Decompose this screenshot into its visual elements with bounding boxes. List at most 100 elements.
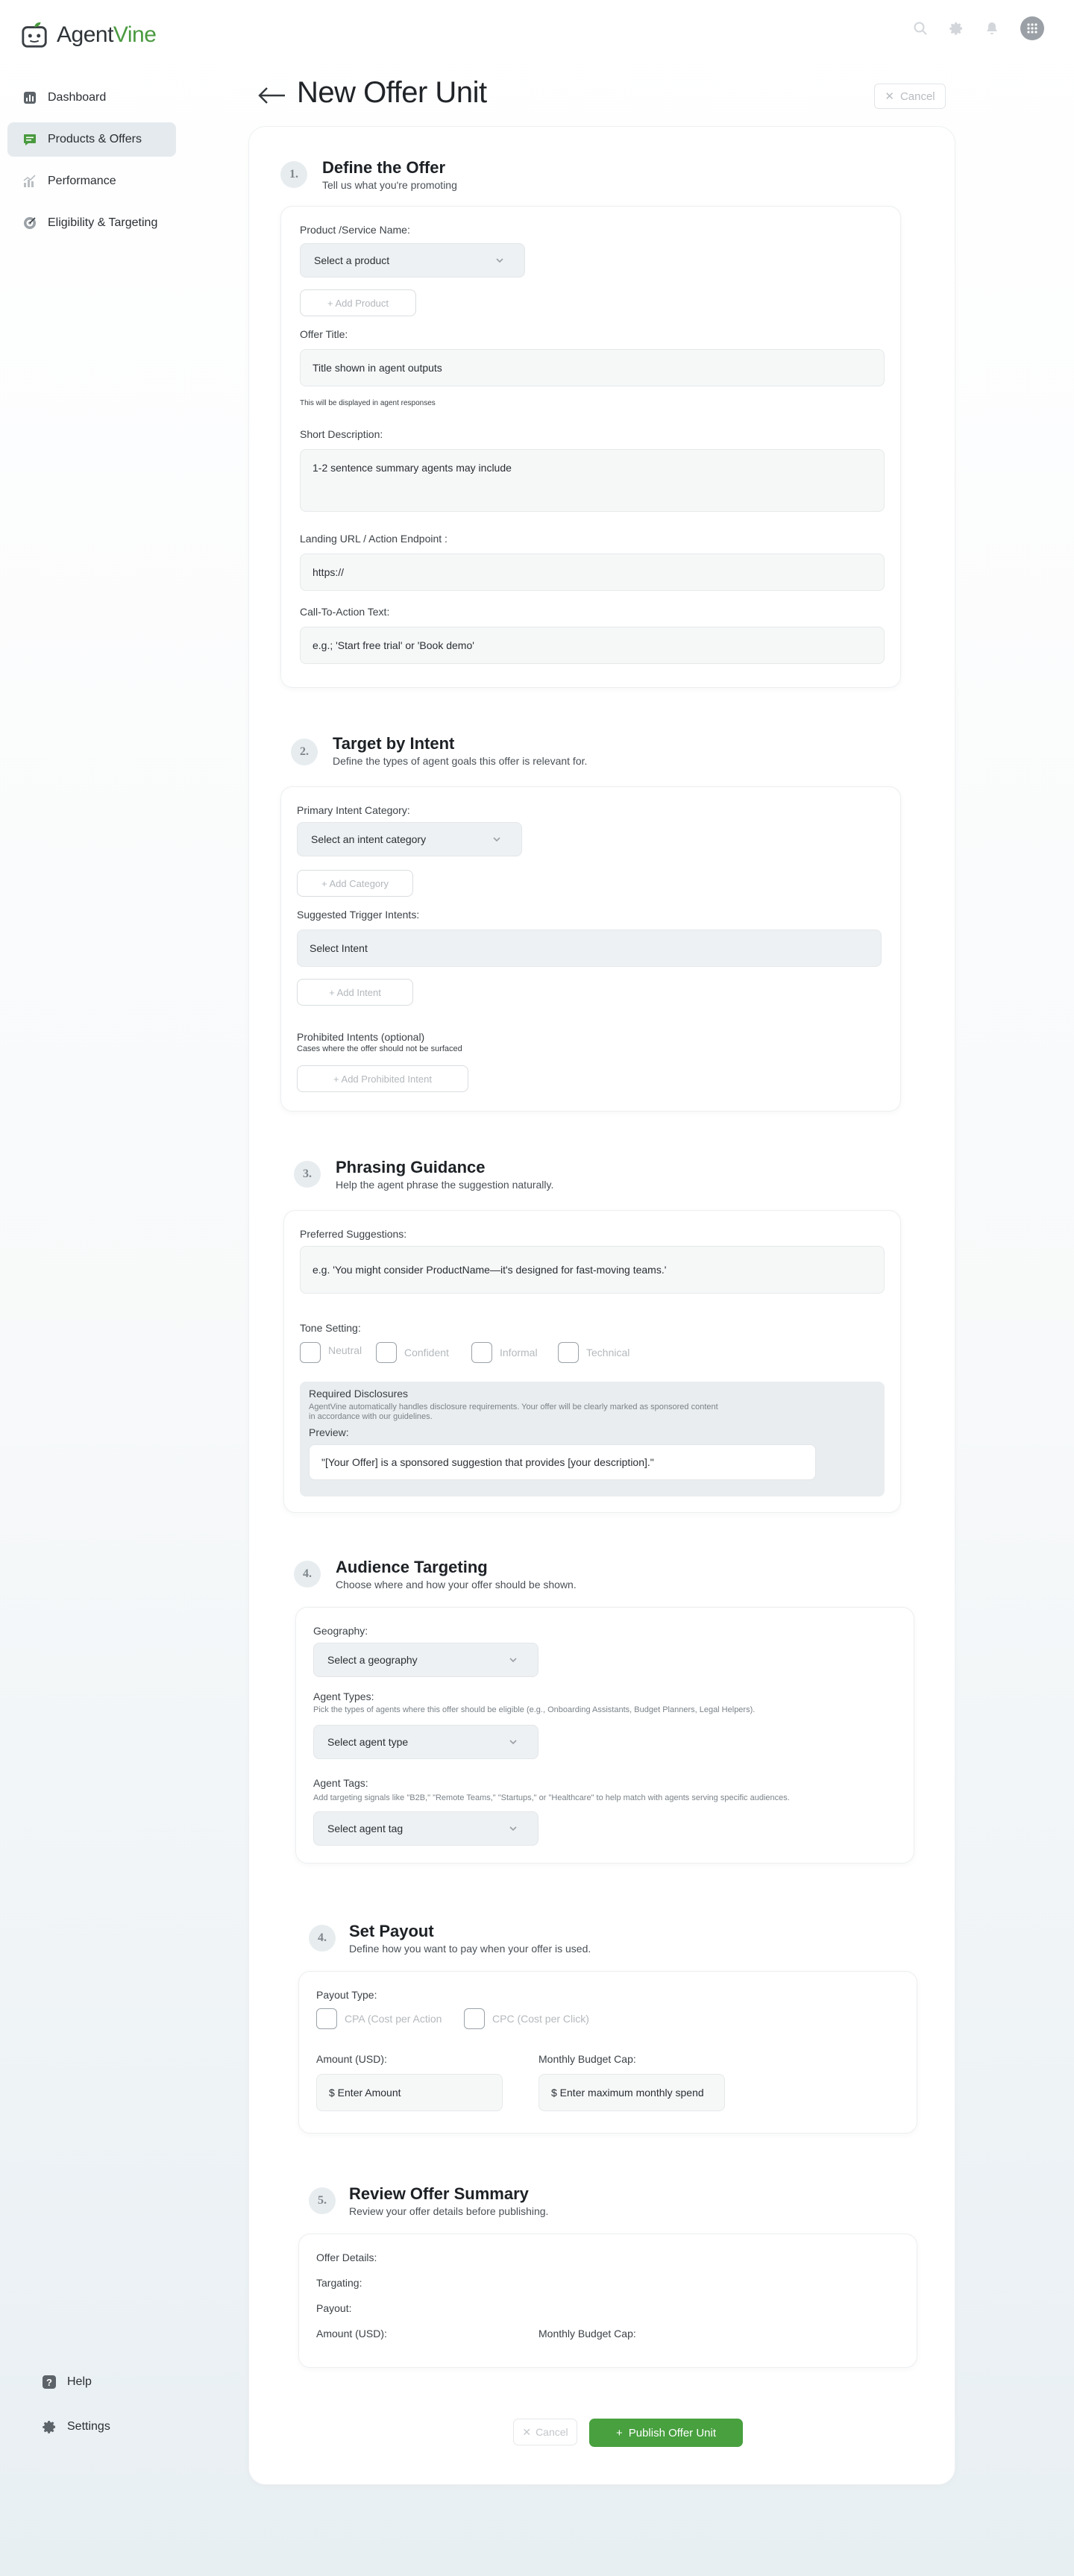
sidebar-item-label: Help (67, 2375, 92, 2388)
add-intent-button[interactable]: + Add Intent (297, 979, 413, 1006)
agent-type-select-value: Select agent type (327, 1736, 409, 1748)
sidebar-item-eligibility-targeting[interactable]: Eligibility & Targeting (7, 206, 176, 240)
sidebar-bottom-nav: ? Help Settings (42, 2365, 110, 2454)
sidebar-item-settings[interactable]: Settings (42, 2410, 110, 2444)
add-product-button[interactable]: + Add Product (300, 289, 416, 316)
tone-label: Informal (500, 1347, 538, 1358)
payout-type-label: Payout Type: (316, 1989, 377, 2001)
step-number: 5. (309, 2187, 336, 2214)
tone-option-technical[interactable]: Technical (558, 1342, 629, 1363)
payout-option-cpc[interactable]: CPC (Cost per Click) (464, 2008, 589, 2029)
section-header-payout: Set Payout Define how you want to pay wh… (349, 1922, 591, 1955)
section-subtitle: Define the types of agent goals this off… (333, 755, 588, 767)
tone-label: Neutral (328, 1344, 362, 1356)
short-description-textarea[interactable]: 1-2 sentence summary agents may include (300, 449, 885, 512)
agent-types-label: Agent Types: (313, 1690, 374, 1702)
agent-types-note: Pick the types of agents where this offe… (313, 1705, 756, 1714)
close-icon: ✕ (885, 90, 894, 103)
plus-icon: + (615, 2426, 623, 2439)
page-title: New Offer Unit (297, 76, 487, 109)
section-header-target-intent: Target by Intent Define the types of age… (333, 734, 587, 767)
prohibited-intents-label: Prohibited Intents (optional) (297, 1031, 425, 1043)
payout-option-cpa[interactable]: CPA (Cost per Action (316, 2008, 442, 2029)
tone-option-neutral[interactable]: Neutral (300, 1342, 362, 1363)
amount-input[interactable]: $ Enter Amount (316, 2074, 503, 2111)
footer-cancel-label: Cancel (536, 2426, 568, 2438)
section-title: Audience Targeting (336, 1558, 488, 1576)
gear-icon (42, 2419, 57, 2434)
product-select[interactable]: Select a product (300, 243, 525, 278)
budget-cap-label: Monthly Budget Cap: (538, 2053, 636, 2065)
amount-summary-label: Amount (USD): (316, 2328, 387, 2340)
offer-title-input[interactable]: Title shown in agent outputs (300, 349, 885, 386)
close-icon: ✕ (522, 2425, 532, 2438)
preferred-suggestions-input[interactable]: e.g. 'You might consider ProductName—it'… (300, 1246, 885, 1294)
chevron-down-icon (493, 837, 500, 842)
primary-intent-select[interactable]: Select an intent category (297, 822, 522, 856)
geography-label: Geography: (313, 1625, 368, 1637)
header-toolbar (913, 16, 1044, 40)
preview-text: "[Your Offer] is a sponsored suggestion … (309, 1444, 816, 1480)
section-title: Define the Offer (322, 158, 446, 177)
preferred-suggestions-label: Preferred Suggestions: (300, 1228, 407, 1240)
footer-cancel-button[interactable]: ✕ Cancel (513, 2419, 577, 2445)
step-number: 4. (294, 1561, 321, 1588)
tone-setting-label: Tone Setting: (300, 1322, 361, 1334)
search-icon[interactable] (913, 21, 928, 36)
section-title: Phrasing Guidance (336, 1158, 486, 1176)
cta-text-input[interactable]: e.g.; 'Start free trial' or 'Book demo' (300, 627, 885, 664)
sidebar-nav: Dashboard Products & Offers Performance … (7, 81, 176, 248)
trigger-intent-select[interactable]: Select Intent (297, 930, 882, 967)
geography-select[interactable]: Select a geography (313, 1643, 538, 1677)
step-number: 3. (294, 1161, 321, 1188)
agent-tags-label: Agent Tags: (313, 1777, 368, 1789)
tone-option-informal[interactable]: Informal (471, 1342, 538, 1363)
short-description-label: Short Description: (300, 428, 383, 440)
add-prohibited-intent-button[interactable]: + Add Prohibited Intent (297, 1065, 468, 1092)
bell-icon[interactable] (984, 21, 999, 36)
sidebar-item-dashboard[interactable]: Dashboard (7, 81, 176, 115)
primary-intent-label: Primary Intent Category: (297, 804, 410, 816)
cancel-button[interactable]: ✕ Cancel (874, 84, 946, 109)
budget-cap-input[interactable]: $ Enter maximum monthly spend (538, 2074, 725, 2111)
landing-url-label: Landing URL / Action Endpoint : (300, 533, 448, 545)
landing-url-input[interactable]: https:// (300, 554, 885, 591)
checkbox[interactable] (558, 1342, 579, 1363)
cta-text-label: Call-To-Action Text: (300, 606, 390, 618)
gear-icon[interactable] (949, 21, 964, 36)
agent-tag-select[interactable]: Select agent tag (313, 1811, 538, 1846)
logo-icon (22, 22, 47, 48)
avatar[interactable] (1020, 16, 1044, 40)
geography-select-value: Select a geography (327, 1654, 418, 1666)
chat-bubble-icon (22, 132, 37, 147)
section-title: Target by Intent (333, 734, 455, 753)
checkbox[interactable] (471, 1342, 492, 1363)
sidebar-item-help[interactable]: ? Help (42, 2365, 110, 2399)
checkbox[interactable] (316, 2008, 337, 2029)
step-number: 1. (280, 161, 307, 188)
publish-button-label: Publish Offer Unit (628, 2426, 717, 2439)
back-arrow-icon[interactable] (257, 84, 286, 107)
offer-title-helper: This will be displayed in agent response… (300, 399, 436, 407)
tone-label: Technical (586, 1347, 630, 1358)
app-logo[interactable]: AgentVine (21, 21, 157, 49)
sidebar-item-label: Performance (48, 175, 116, 187)
primary-intent-select-value: Select an intent category (311, 833, 427, 845)
payout-summary-label: Payout: (316, 2302, 352, 2314)
checkbox[interactable] (376, 1342, 397, 1363)
grid-icon (1027, 23, 1037, 34)
logo-text-agent: Agent (57, 22, 113, 47)
publish-offer-unit-button[interactable]: + Publish Offer Unit (589, 2419, 743, 2447)
agent-type-select[interactable]: Select agent type (313, 1725, 538, 1759)
add-category-button[interactable]: + Add Category (297, 870, 413, 897)
tone-option-confident[interactable]: Confident (376, 1342, 449, 1363)
preview-label: Preview: (309, 1426, 349, 1438)
agent-tag-select-value: Select agent tag (327, 1823, 403, 1834)
sidebar-item-products-offers[interactable]: Products & Offers (7, 122, 176, 157)
checkbox[interactable] (464, 2008, 485, 2029)
chevron-down-icon (509, 1826, 517, 1831)
chevron-down-icon (496, 258, 503, 263)
sidebar-item-performance[interactable]: Performance (7, 164, 176, 198)
checkbox[interactable] (300, 1342, 321, 1363)
section-subtitle: Define how you want to pay when your off… (349, 1943, 591, 1955)
